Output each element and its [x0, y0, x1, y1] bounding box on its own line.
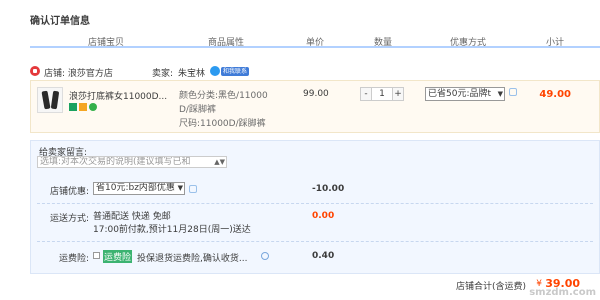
order-options: 给卖家留言: 选填:对本次交易的说明(建议填写已和 ▲▼ 店铺优惠: 省10元:…: [30, 140, 600, 274]
shipping-fee: 0.00: [312, 211, 335, 221]
divider: [37, 241, 593, 242]
insurance-name[interactable]: 运费险: [103, 250, 133, 263]
shop-total: 店铺合计(含运费) ¥ 39.00: [30, 276, 600, 294]
unit-price: 99.00: [303, 89, 329, 99]
chevron-down-icon: ▼: [177, 184, 183, 192]
insurance-checkbox[interactable]: [93, 252, 100, 259]
shop-label: 店铺:: [44, 69, 66, 79]
shipping-method-text: 普通配送 快递 免邮: [93, 212, 171, 222]
product-title[interactable]: 浪莎打底裤女11000D...: [69, 89, 167, 102]
coupon-value: 省10元:bz内部优惠: [96, 183, 175, 193]
attr-size: 尺码:11000D/踩脚裤: [179, 119, 266, 129]
quantity-input[interactable]: 1: [372, 87, 392, 101]
quantity-minus-button[interactable]: -: [360, 87, 372, 101]
col-promotion: 优惠方式: [450, 38, 487, 48]
quantity-plus-button[interactable]: +: [392, 87, 404, 101]
product-attributes: 颜色分类:黑色/11000 D/踩脚裤 尺码:11000D/踩脚裤: [179, 89, 299, 131]
product-thumbnail[interactable]: [37, 87, 63, 113]
credit-card-icon: [79, 102, 87, 111]
service-tags: [69, 102, 99, 112]
col-shop-item: 店铺宝贝: [88, 38, 125, 48]
coupon-info-icon[interactable]: [189, 185, 197, 193]
insurance-description: 投保退货运费险,确认收货...: [137, 254, 248, 264]
seller-label: 卖家:: [152, 69, 174, 79]
coupon-select[interactable]: 省10元:bz内部优惠 ▼: [93, 182, 185, 195]
promotion-value: 已省50元:品牌t: [428, 89, 492, 99]
watermark: smzdm.com: [529, 287, 596, 298]
shipping-method: 普通配送 快递 免邮 17:00前付款,预计11月28日(周一)送达: [93, 211, 251, 237]
chevron-down-icon: ▼: [497, 90, 503, 98]
textarea-resize-icon[interactable]: ▲▼: [214, 157, 225, 167]
order-item: 浪莎打底裤女11000D... 颜色分类:黑色/11000 D/踩脚裤 尺码:1…: [30, 80, 600, 133]
seven-day-return-icon: [69, 102, 77, 111]
guarantee-icon: [89, 102, 97, 111]
total-label: 店铺合计(含运费): [455, 282, 526, 292]
attr-color-line2: D/踩脚裤: [179, 105, 216, 115]
insurance-label: 运费险:: [58, 254, 89, 264]
seller-note-input[interactable]: 选填:对本次交易的说明(建议填写已和 ▲▼: [37, 156, 227, 168]
col-quantity: 数量: [374, 38, 393, 48]
coupon-label: 店铺优惠:: [49, 187, 89, 197]
column-header: 店铺宝贝 商品属性 单价 数量 优惠方式 小计: [30, 32, 600, 48]
chat-icon[interactable]: [210, 66, 220, 76]
quantity-stepper: - 1 +: [360, 87, 404, 101]
shop-name[interactable]: 店铺: 浪莎官方店: [44, 66, 113, 79]
shop-name-text: 浪莎官方店: [67, 69, 113, 79]
coupon-amount: -10.00: [312, 184, 345, 194]
shipping-schedule: 17:00前付款,预计11月28日(周一)送达: [93, 225, 251, 235]
page-title: 确认订单信息: [30, 16, 90, 27]
help-icon[interactable]: [261, 252, 269, 260]
col-unit-price: 单价: [306, 38, 325, 48]
shop-icon: [30, 66, 40, 76]
promotion-info-icon[interactable]: [509, 88, 517, 96]
divider: [37, 203, 593, 204]
shop-row: 店铺: 浪莎官方店 卖家: 朱宝林 和我联系: [30, 62, 600, 80]
attr-color-line1: 颜色分类:黑色/11000: [179, 91, 268, 101]
insurance-amount: 0.40: [312, 251, 335, 261]
col-subtotal: 小计: [546, 38, 565, 48]
promotion-select[interactable]: 已省50元:品牌t ▼: [425, 87, 505, 101]
contact-seller-badge[interactable]: 和我联系: [221, 67, 250, 76]
seller-name[interactable]: 朱宝林: [178, 66, 205, 79]
col-attributes: 商品属性: [208, 38, 245, 48]
shipping-label: 运送方式:: [49, 214, 89, 224]
note-placeholder: 选填:对本次交易的说明(建议填写已和: [40, 157, 191, 167]
item-subtotal: 49.00: [539, 89, 571, 100]
